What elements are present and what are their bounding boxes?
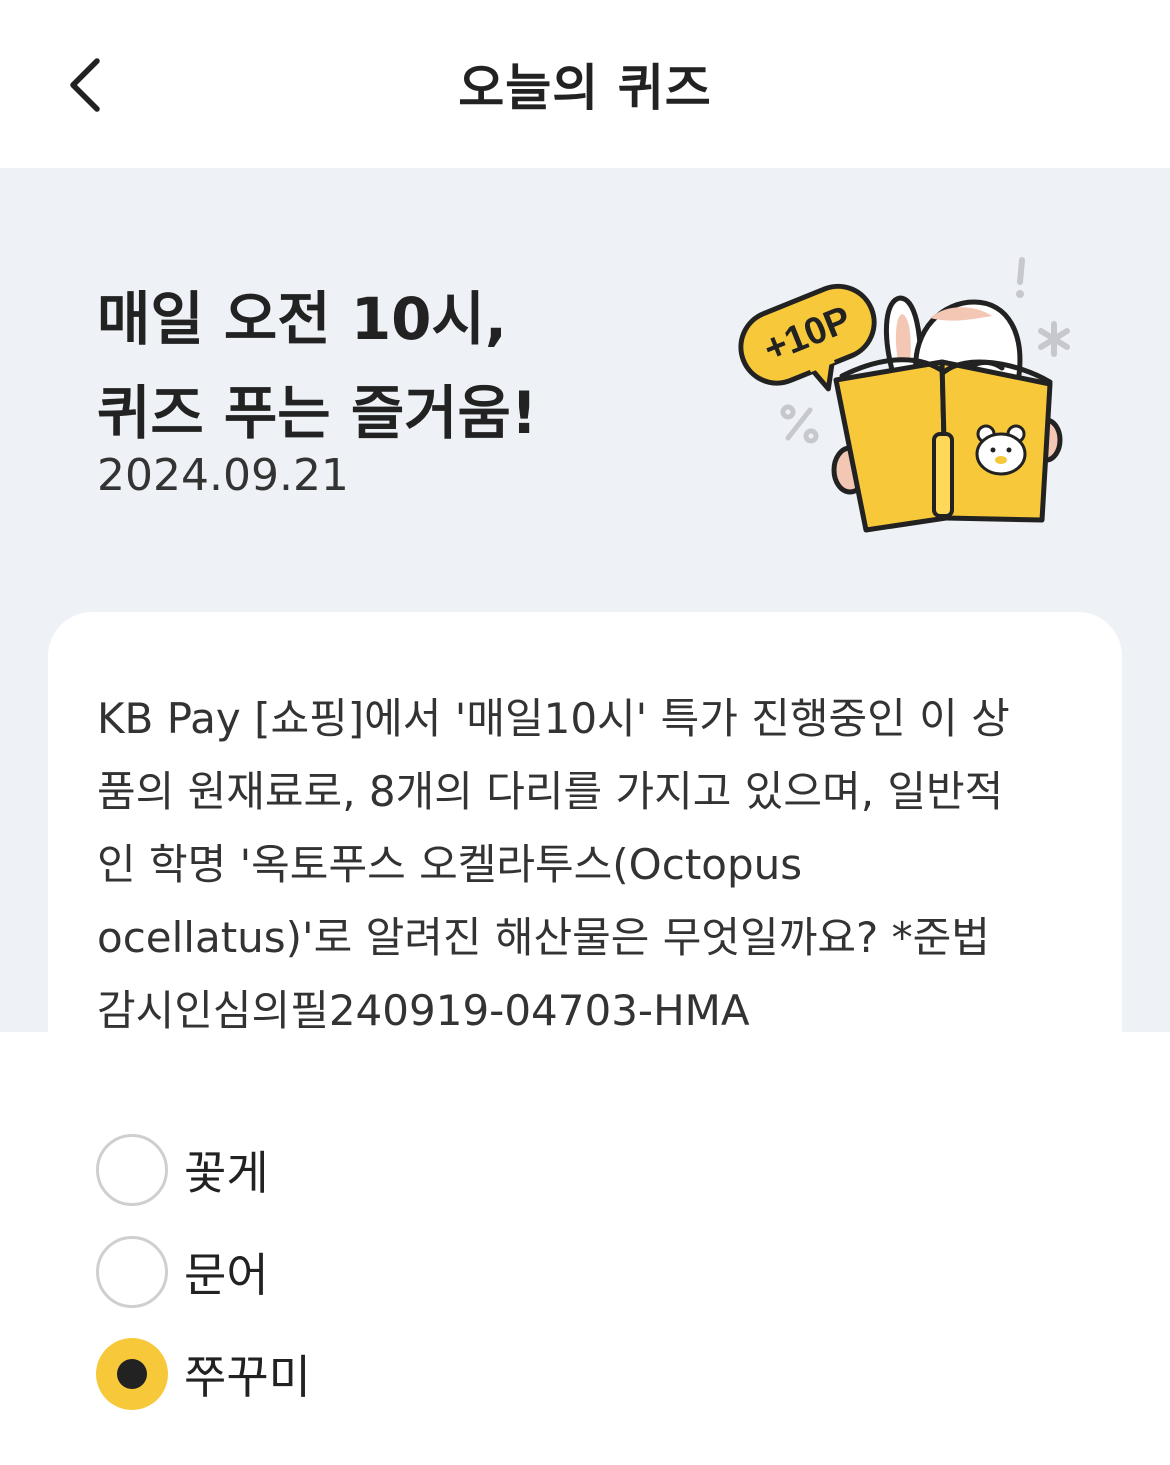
banner-title-line-1: 매일 오전 10시, [97,285,507,353]
rabbit-reading-book-illustration: +10P [738,257,1070,533]
banner-title-line-2: 퀴즈 푸는 즐거움! [97,379,538,447]
quiz-question-card: KB Pay [쇼핑]에서 '매일10시' 특가 진행중인 이 상 품의 원재료… [48,612,1122,1035]
quiz-date: 2024.09.21 [97,450,349,501]
answer-option-label: 문어 [184,1248,269,1302]
answer-option-label: 쭈꾸미 [184,1350,311,1404]
answer-option-label: 꽃게 [184,1146,269,1200]
radio-button-3-selected[interactable] [96,1338,168,1410]
answer-option-3[interactable]: 쭈꾸미 [96,1338,311,1410]
answer-option-2[interactable]: 문어 [96,1236,269,1308]
quiz-question-line: ocellatus)'로 알려진 해산물은 무엇일까요? *준법 [97,913,990,962]
answer-option-1[interactable]: 꽃게 [96,1134,269,1206]
quiz-question-line: KB Pay [쇼핑]에서 '매일10시' 특가 진행중인 이 상 [97,694,1010,743]
radio-button-2[interactable] [96,1236,168,1308]
banner-title: 매일 오전 10시, 퀴즈 푸는 즐거움! [97,272,537,460]
page-title: 오늘의 퀴즈 [458,59,712,117]
quiz-question-line: 인 학명 '옥토푸스 오켈라투스(Octopus [97,840,803,889]
radio-button-1[interactable] [96,1134,168,1206]
answer-options: 꽃게 문어 쭈꾸미 [0,1032,1170,1465]
quiz-question-line: 품의 원재료로, 8개의 다리를 가지고 있으며, 일반적 [97,767,1004,816]
quiz-question: KB Pay [쇼핑]에서 '매일10시' 특가 진행중인 이 상 품의 원재료… [97,682,1087,1047]
header-bar: 오늘의 퀴즈 [0,0,1170,168]
